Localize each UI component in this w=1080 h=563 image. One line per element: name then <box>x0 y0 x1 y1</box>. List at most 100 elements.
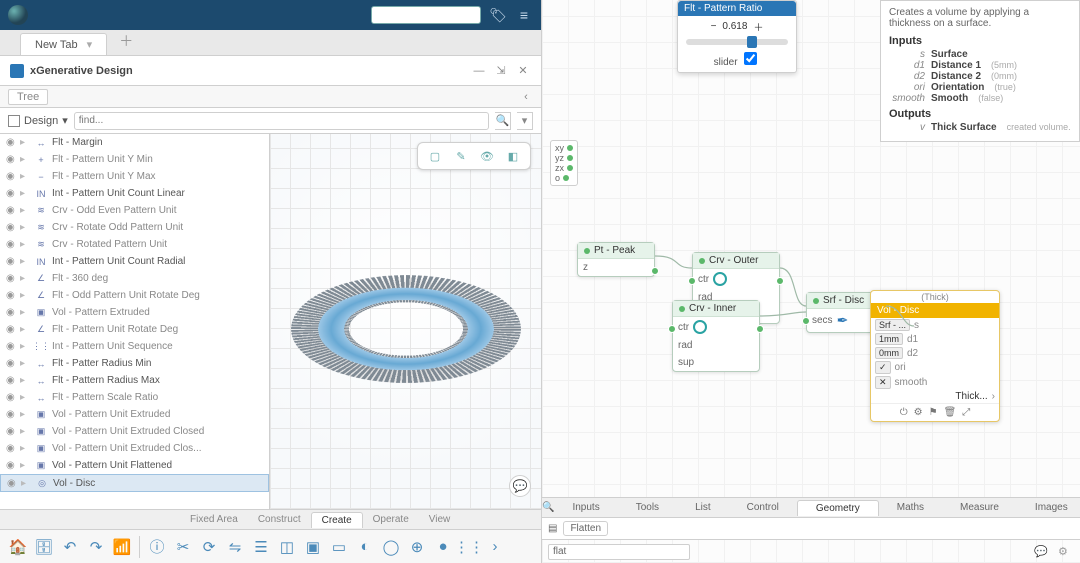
sphere-icon[interactable]: ● <box>431 535 455 559</box>
category-tab[interactable]: Geometry <box>797 500 879 516</box>
mode-tab[interactable]: View <box>419 512 461 527</box>
tree-row[interactable]: −Flt - Pattern Unit Y Max <box>0 168 269 185</box>
node-input-row[interactable]: Srf - ...s <box>871 318 999 332</box>
visibility-icon[interactable] <box>6 443 20 454</box>
tree-row[interactable]: ▣Vol - Pattern Unit Extruded <box>0 406 269 423</box>
expand-icon[interactable] <box>20 256 30 267</box>
extrude-icon[interactable]: ◫ <box>275 535 299 559</box>
visibility-icon[interactable] <box>6 409 20 420</box>
tree-row[interactable]: ⋮⋮Int - Pattern Unit Sequence <box>0 338 269 355</box>
visibility-icon[interactable] <box>6 358 20 369</box>
expand-icon[interactable] <box>20 137 30 148</box>
tree-row[interactable]: ▣Vol - Pattern Unit Extruded Closed <box>0 423 269 440</box>
tree-row[interactable]: ▣Vol - Pattern Unit Flattened <box>0 457 269 474</box>
node-graph[interactable]: Flt - Pattern Ratio − 0.618 ＋ slider xyy… <box>542 0 1080 563</box>
tree-row[interactable]: INInt - Pattern Unit Count Linear <box>0 185 269 202</box>
minimize-icon[interactable]: — <box>471 63 487 79</box>
box-icon[interactable]: ▢ <box>426 147 444 165</box>
node-vol-disc[interactable]: (Thick) Vol - Disc Srf - ...s1mmd10mmd2✓… <box>870 290 1000 422</box>
category-tab[interactable]: Inputs <box>554 500 617 515</box>
expand-icon[interactable] <box>20 392 30 403</box>
array-icon[interactable]: ⋮⋮ <box>457 535 481 559</box>
tree-row[interactable]: ▣Vol - Pattern Unit Extruded Clos... <box>0 440 269 457</box>
filter-icon[interactable]: ▾ <box>517 112 533 130</box>
tree-row[interactable]: ≋Crv - Odd Even Pattern Unit <box>0 202 269 219</box>
expand-icon[interactable] <box>20 290 30 301</box>
input-chip[interactable]: ✓ <box>875 361 891 374</box>
expand-icon[interactable] <box>20 239 30 250</box>
eraser-icon[interactable]: ◧ <box>504 147 522 165</box>
node-input-row[interactable]: ✕smooth <box>871 375 999 390</box>
visibility-icon[interactable] <box>6 239 20 250</box>
visibility-icon[interactable] <box>6 137 20 148</box>
tree-row[interactable]: ↔Flt - Pattern Radius Max <box>0 372 269 389</box>
rotate-icon[interactable]: ⟳ <box>197 535 221 559</box>
axis-picker[interactable]: xyyzzxo <box>550 140 578 186</box>
chevron-left-icon[interactable]: ‹ <box>519 91 533 103</box>
slider-check[interactable] <box>744 52 757 65</box>
tree-row[interactable]: ↔Flt - Margin <box>0 134 269 151</box>
axis-option[interactable]: o <box>555 173 573 183</box>
info-icon[interactable]: ⓘ <box>145 535 169 559</box>
expand-icon[interactable] <box>20 307 30 318</box>
boolean-icon[interactable]: ⊕ <box>405 535 429 559</box>
visibility-icon[interactable] <box>6 375 20 386</box>
pad-icon[interactable]: ▣ <box>301 535 325 559</box>
visibility-icon[interactable] <box>6 426 20 437</box>
visibility-icon[interactable] <box>6 222 20 233</box>
category-tab[interactable]: Measure <box>942 500 1017 515</box>
rss-icon[interactable]: 📶 <box>110 535 134 559</box>
expand-icon[interactable] <box>20 341 30 352</box>
tree-find-input[interactable] <box>74 112 489 130</box>
visibility-icon[interactable] <box>6 324 20 335</box>
tree-row[interactable]: ∠Flt - Pattern Unit Rotate Deg <box>0 321 269 338</box>
expand-icon[interactable] <box>20 188 30 199</box>
slider-thumb[interactable] <box>747 36 757 48</box>
tree-row[interactable]: ↔Flt - Pattern Scale Ratio <box>0 389 269 406</box>
chat-icon[interactable]: 💬 <box>509 475 531 497</box>
expand-icon[interactable] <box>20 154 30 165</box>
home-icon[interactable]: 🏠 <box>6 535 30 559</box>
expand-icon[interactable] <box>20 324 30 335</box>
tree-row[interactable]: ≋Crv - Rotated Pattern Unit <box>0 236 269 253</box>
global-search-input[interactable] <box>371 6 481 24</box>
mode-tab[interactable]: Fixed Area <box>180 512 248 527</box>
node-crv-inner[interactable]: Crv - Inner ctr rad sup <box>672 300 760 372</box>
database-icon[interactable]: 🗄 <box>32 535 56 559</box>
node-input-row[interactable]: 1mmd1 <box>871 332 999 346</box>
pencil-icon[interactable]: ✎ <box>452 147 470 165</box>
visibility-icon[interactable] <box>6 290 20 301</box>
tree-row[interactable]: +Flt - Pattern Unit Y Min <box>0 151 269 168</box>
expand-icon[interactable] <box>20 171 30 182</box>
close-icon[interactable]: ✕ <box>515 63 531 79</box>
expand-icon[interactable]: ⤢ <box>962 407 970 418</box>
visibility-icon[interactable] <box>6 341 20 352</box>
visibility-icon[interactable] <box>6 256 20 267</box>
visibility-icon[interactable] <box>6 154 20 165</box>
category-tab[interactable]: Images <box>1017 500 1080 515</box>
mode-tab[interactable]: Create <box>311 512 363 528</box>
plus-icon[interactable]: ＋ <box>753 19 763 34</box>
viewport-3d[interactable]: ▢ ✎ 👁 ◧ 💬 <box>270 134 541 509</box>
mode-tab[interactable]: Operate <box>363 512 419 527</box>
visibility-icon[interactable] <box>6 273 20 284</box>
chat-icon[interactable]: 💬 <box>1034 545 1050 558</box>
input-chip[interactable]: ✕ <box>875 376 891 389</box>
input-chip[interactable]: 0mm <box>875 347 903 359</box>
visibility-icon[interactable] <box>6 392 20 403</box>
revolve-icon[interactable]: ◐ <box>353 535 377 559</box>
gear-icon[interactable]: ⚙ <box>914 407 923 418</box>
axis-option[interactable]: yz <box>555 153 573 163</box>
expand-icon[interactable] <box>20 460 30 471</box>
power-icon[interactable]: ⏻ <box>900 407 908 418</box>
visibility-icon[interactable] <box>6 188 20 199</box>
chevron-right-icon[interactable]: › <box>483 535 507 559</box>
eye-off-icon[interactable]: 👁 <box>478 147 496 165</box>
minus-icon[interactable]: − <box>711 21 717 32</box>
slider-popup[interactable]: Flt - Pattern Ratio − 0.618 ＋ slider <box>677 0 797 73</box>
tree-row[interactable]: ▣Vol - Pattern Extruded <box>0 304 269 321</box>
tree-row[interactable]: ≋Crv - Rotate Odd Pattern Unit <box>0 219 269 236</box>
tree-row[interactable]: INInt - Pattern Unit Count Radial <box>0 253 269 270</box>
input-chip[interactable]: 1mm <box>875 333 903 345</box>
category-tab[interactable]: Maths <box>879 500 942 515</box>
